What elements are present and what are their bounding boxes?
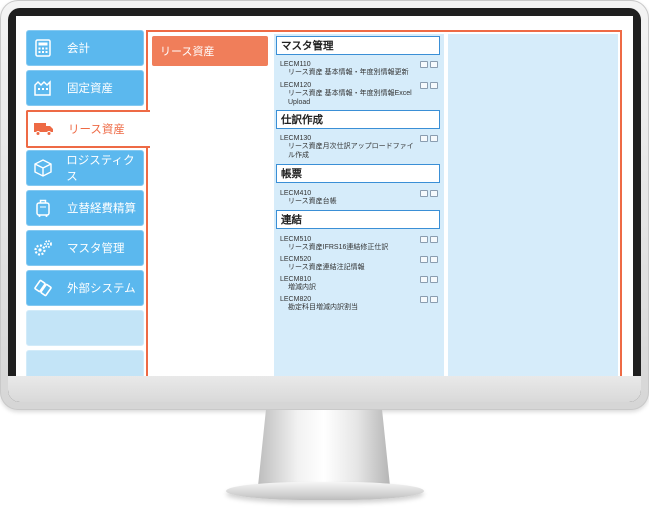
copy-icon[interactable] <box>420 82 428 89</box>
entry-desc: リース資産 基本情報・年度別情報Excel Upload <box>288 90 412 106</box>
sidebar-item-expenses[interactable]: 立替経費精算 <box>26 190 144 226</box>
subnav-lease-assets[interactable]: リース資産 <box>152 36 268 66</box>
entry-desc: 増減内訳 <box>288 284 316 292</box>
folder-icon[interactable] <box>430 236 438 243</box>
folder-icon[interactable] <box>430 296 438 303</box>
link-icon <box>33 278 53 298</box>
folder-icon[interactable] <box>430 256 438 263</box>
copy-icon[interactable] <box>420 256 428 263</box>
sidebar-item-label: ロジスティクス <box>66 155 135 183</box>
monitor-stand-neck <box>258 410 390 486</box>
menu-entry[interactable]: LECM520 リース資産連結注記情報 <box>280 256 440 273</box>
suitcase-icon <box>33 198 53 218</box>
sidebar-empty-slot <box>26 350 144 376</box>
empty-column <box>448 34 618 376</box>
copy-icon[interactable] <box>420 276 428 283</box>
monitor-chin <box>8 376 641 402</box>
copy-icon[interactable] <box>420 236 428 243</box>
section-header: 仕訳作成 <box>276 110 440 129</box>
monitor-stand-base <box>226 482 424 500</box>
menu-entry[interactable]: LECM410 リース資産台帳 <box>280 190 440 207</box>
folder-icon[interactable] <box>430 82 438 89</box>
sidebar-item-fixed-assets[interactable]: 固定資産 <box>26 70 144 106</box>
copy-icon[interactable] <box>420 190 428 197</box>
folder-icon[interactable] <box>430 190 438 197</box>
menu-entry[interactable]: LECM130 リース資産月次仕訳アップロードファイル作成 <box>280 135 440 160</box>
sidebar-item-label: 外部システム <box>67 283 136 295</box>
sidebar-item-label: リース資産 <box>68 124 125 136</box>
box-icon <box>33 158 52 178</box>
entry-desc: 勘定科目増減内訳割当 <box>288 304 358 312</box>
sidebar-item-accounting[interactable]: 会計 <box>26 30 144 66</box>
building-icon <box>33 78 53 98</box>
entry-desc: リース資産 基本情報・年度別情報更新 <box>288 69 409 77</box>
section-header: 帳票 <box>276 164 440 183</box>
menu-entry[interactable]: LECM810 増減内訳 <box>280 276 440 293</box>
entry-desc: リース資産月次仕訳アップロードファイル作成 <box>288 143 414 159</box>
monitor-frame: 会計 固定資産 リース資産 ロジスティクス 立替経費精算 マスタ管理 外部システ… <box>0 0 649 410</box>
calculator-icon <box>33 38 53 58</box>
truck-icon <box>34 119 54 139</box>
sidebar-item-lease-assets[interactable]: リース資産 <box>26 110 150 148</box>
sidebar-empty-slot <box>26 310 144 346</box>
menu-entry[interactable]: LECM120 リース資産 基本情報・年度別情報Excel Upload <box>280 82 440 107</box>
menu-entry[interactable]: LECM820 勘定科目増減内訳割当 <box>280 296 440 313</box>
menu-entry[interactable]: LECM510 リース資産IFRS16連結修正仕訳 <box>280 236 440 253</box>
sidebar-item-label: 立替経費精算 <box>67 203 136 215</box>
sidebar-item-master[interactable]: マスタ管理 <box>26 230 144 266</box>
copy-icon[interactable] <box>420 61 428 68</box>
copy-icon[interactable] <box>420 296 428 303</box>
sidebar-item-label: マスタ管理 <box>67 243 125 255</box>
entry-desc: リース資産台帳 <box>288 198 337 206</box>
sidebar-item-label: 固定資産 <box>67 83 113 95</box>
section-header: マスタ管理 <box>276 36 440 55</box>
entry-desc: リース資産IFRS16連結修正仕訳 <box>288 244 389 252</box>
folder-icon[interactable] <box>430 61 438 68</box>
entry-desc: リース資産連結注記情報 <box>288 264 365 272</box>
sidebar-item-label: 会計 <box>67 43 90 55</box>
menu-entry[interactable]: LECM110 リース資産 基本情報・年度別情報更新 <box>280 61 440 78</box>
copy-icon[interactable] <box>420 135 428 142</box>
sidebar-item-logistics[interactable]: ロジスティクス <box>26 150 144 186</box>
section-header: 連結 <box>276 210 440 229</box>
folder-icon[interactable] <box>430 135 438 142</box>
folder-icon[interactable] <box>430 276 438 283</box>
gears-icon <box>33 238 53 258</box>
screen: 会計 固定資産 リース資産 ロジスティクス 立替経費精算 マスタ管理 外部システ… <box>16 16 633 376</box>
sidebar-item-external[interactable]: 外部システム <box>26 270 144 306</box>
